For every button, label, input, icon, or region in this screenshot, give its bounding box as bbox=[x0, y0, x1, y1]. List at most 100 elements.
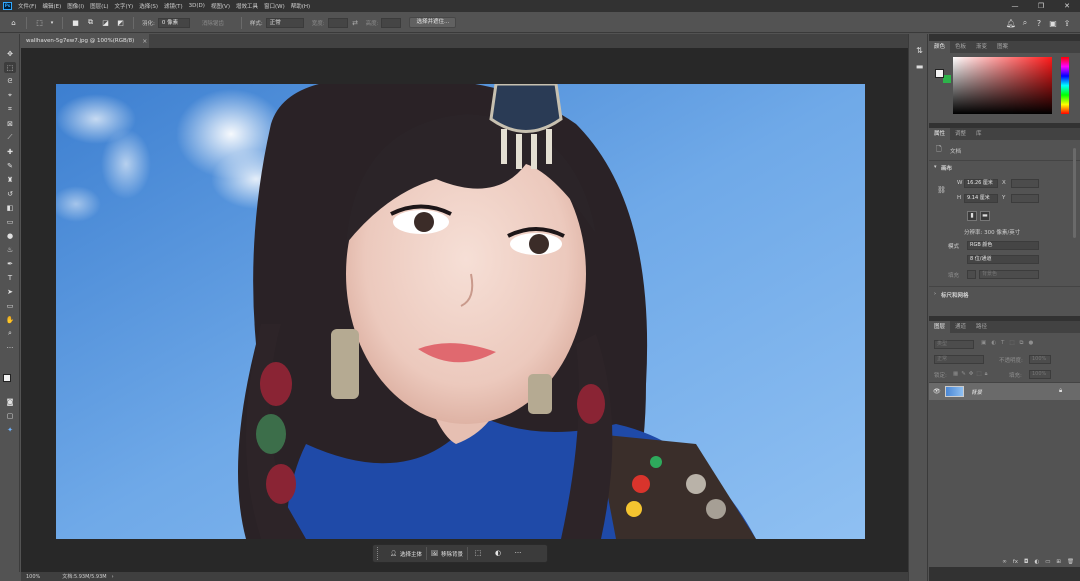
menu-layer[interactable]: 图层(L) bbox=[90, 2, 108, 10]
transform-icon[interactable]: ⬚ bbox=[468, 547, 488, 560]
color-field[interactable] bbox=[953, 57, 1052, 114]
new-layer-icon[interactable]: ⊞ bbox=[1056, 559, 1061, 565]
adjustment-layer-icon[interactable]: ◐ bbox=[1034, 559, 1039, 565]
drag-handle[interactable] bbox=[377, 547, 382, 560]
scrollbar[interactable] bbox=[1073, 148, 1076, 238]
landscape-orientation-icon[interactable]: ▬ bbox=[980, 211, 990, 221]
opacity-input[interactable]: 100% bbox=[1029, 355, 1051, 364]
fill-select[interactable]: 背景色 bbox=[979, 270, 1039, 279]
gradient-tool-icon[interactable]: ▭ bbox=[4, 216, 16, 227]
document-canvas-image[interactable] bbox=[56, 84, 865, 539]
menu-3d[interactable]: 3D(D) bbox=[189, 3, 205, 9]
restore-button[interactable]: ❐ bbox=[1028, 0, 1054, 12]
menu-view[interactable]: 视图(V) bbox=[211, 2, 230, 10]
tab-layers[interactable]: 图层 bbox=[929, 321, 951, 333]
layer-style-icon[interactable]: fx bbox=[1013, 559, 1018, 565]
add-selection-icon[interactable]: ⧉ bbox=[85, 18, 96, 28]
menu-select[interactable]: 选择(S) bbox=[139, 2, 158, 10]
tab-color[interactable]: 颜色 bbox=[929, 41, 951, 53]
history-panel-icon[interactable]: ⇅ bbox=[914, 46, 925, 57]
blur-tool-icon[interactable]: ● bbox=[4, 230, 16, 241]
marquee-preset-icon[interactable]: ⬚ bbox=[34, 18, 45, 28]
tab-gradients[interactable]: 渐变 bbox=[971, 41, 992, 53]
fill-color-chip[interactable] bbox=[967, 270, 976, 279]
menu-help[interactable]: 帮助(H) bbox=[291, 2, 310, 10]
remove-background-button[interactable]: 🖼︎ 移除背景 bbox=[427, 547, 468, 560]
delete-layer-icon[interactable]: 🗑︎ bbox=[1067, 559, 1074, 565]
chevron-down-icon[interactable]: ▾ bbox=[934, 164, 937, 170]
help-icon[interactable]: ? bbox=[1032, 19, 1046, 28]
tab-properties[interactable]: 属性 bbox=[929, 128, 951, 140]
portrait-orientation-icon[interactable]: ▮ bbox=[967, 211, 977, 221]
hand-tool-icon[interactable]: ✋ bbox=[4, 314, 16, 325]
zoom-level[interactable]: 100% bbox=[26, 574, 40, 580]
share-icon[interactable]: ⇪ bbox=[1060, 19, 1074, 28]
tab-adjustments[interactable]: 调整 bbox=[950, 128, 971, 140]
intersect-selection-icon[interactable]: ◩ bbox=[115, 18, 126, 28]
history-brush-tool-icon[interactable]: ↺ bbox=[4, 188, 16, 199]
menu-file[interactable]: 文件(F) bbox=[18, 2, 36, 10]
eyedropper-tool-icon[interactable]: ⟋ bbox=[4, 132, 16, 143]
crop-tool-icon[interactable]: ⌗ bbox=[4, 104, 16, 115]
workspace-icon[interactable]: ▣ bbox=[1046, 19, 1060, 28]
home-icon[interactable]: ⌂ bbox=[8, 18, 19, 28]
screen-mode-icon[interactable]: ▢ bbox=[4, 410, 16, 421]
hue-slider[interactable] bbox=[1061, 57, 1069, 114]
menu-plugins[interactable]: 增效工具 bbox=[236, 2, 258, 10]
layer-filter-icons[interactable]: ▣◐T⬚⧉● bbox=[981, 340, 1038, 347]
menu-window[interactable]: 窗口(W) bbox=[264, 2, 285, 10]
style-select[interactable]: 正常 bbox=[265, 17, 304, 28]
blend-mode-select[interactable]: 正常 bbox=[934, 355, 984, 364]
rectangle-tool-icon[interactable]: ▭ bbox=[4, 300, 16, 311]
foreground-color-chip[interactable] bbox=[935, 69, 944, 78]
canvas-width-input[interactable]: 16.26 厘米 bbox=[964, 179, 998, 188]
subtract-selection-icon[interactable]: ◪ bbox=[100, 18, 111, 28]
lock-icons[interactable]: ▦✎✥⬚🔒︎ bbox=[953, 371, 991, 378]
quick-mask-icon[interactable]: ◙ bbox=[4, 396, 16, 407]
dodge-tool-icon[interactable]: ♨ bbox=[4, 244, 16, 255]
healing-brush-tool-icon[interactable]: ✚ bbox=[4, 146, 16, 157]
zoom-tool-icon[interactable]: ⌕ bbox=[4, 328, 16, 339]
more-tools-icon[interactable]: ··· bbox=[4, 342, 16, 353]
menu-type[interactable]: 文字(Y) bbox=[115, 2, 134, 10]
tab-patterns[interactable]: 图案 bbox=[992, 41, 1013, 53]
width-input[interactable] bbox=[327, 17, 348, 28]
path-selection-tool-icon[interactable]: ➤ bbox=[4, 286, 16, 297]
lasso-tool-icon[interactable]: ᘓ bbox=[4, 76, 16, 87]
foreground-color-swatch[interactable] bbox=[3, 374, 11, 382]
brush-tool-icon[interactable]: ✎ bbox=[4, 160, 16, 171]
rectangular-marquee-tool-icon[interactable]: ⬚ bbox=[4, 62, 16, 73]
tab-swatches[interactable]: 色板 bbox=[950, 41, 971, 53]
tab-paths[interactable]: 路径 bbox=[971, 321, 992, 333]
adjustment-icon[interactable]: ◐ bbox=[488, 547, 508, 560]
antialias-checkbox[interactable]: 消除锯齿 bbox=[202, 19, 224, 27]
search-icon[interactable]: ⌕ bbox=[1018, 18, 1032, 28]
canvas-y-input[interactable] bbox=[1011, 194, 1039, 203]
close-button[interactable]: ✕ bbox=[1054, 0, 1080, 12]
menu-image[interactable]: 图像(I) bbox=[67, 2, 84, 10]
comments-panel-icon[interactable]: ▬ bbox=[914, 62, 925, 73]
minimize-button[interactable]: — bbox=[1002, 0, 1028, 12]
type-tool-icon[interactable]: T bbox=[4, 272, 16, 283]
eye-icon[interactable]: 👁︎ bbox=[933, 388, 941, 395]
canvas-x-input[interactable] bbox=[1011, 179, 1039, 188]
document-tab[interactable]: wallhaven-5g7ew7.jpg @ 100%(RGB/8) × bbox=[21, 34, 149, 48]
more-options-button[interactable]: ··· bbox=[508, 547, 528, 560]
tab-libraries[interactable]: 库 bbox=[971, 128, 987, 140]
select-and-mask-button[interactable]: 选择并遮住... bbox=[409, 17, 457, 28]
object-selection-tool-icon[interactable]: ⌖ bbox=[4, 90, 16, 101]
layer-name[interactable]: 背景 bbox=[971, 388, 982, 396]
clone-stamp-tool-icon[interactable]: ♜ bbox=[4, 174, 16, 185]
tab-channels[interactable]: 通道 bbox=[950, 321, 971, 333]
menu-filter[interactable]: 滤镜(T) bbox=[164, 2, 183, 10]
link-icon[interactable]: ⛓ bbox=[937, 186, 946, 194]
link-layers-icon[interactable]: ∞ bbox=[1002, 559, 1007, 565]
close-tab-icon[interactable]: × bbox=[142, 38, 147, 45]
chevron-right-icon[interactable]: › bbox=[112, 574, 114, 580]
layer-filter-select[interactable]: 类型 bbox=[934, 340, 974, 349]
feather-input[interactable]: 0 像素 bbox=[157, 17, 190, 28]
generative-icon[interactable]: ✦ bbox=[4, 424, 16, 435]
add-mask-icon[interactable]: ◘ bbox=[1024, 559, 1028, 565]
menu-edit[interactable]: 编辑(E) bbox=[42, 2, 61, 10]
background-color-chip[interactable] bbox=[943, 75, 951, 83]
